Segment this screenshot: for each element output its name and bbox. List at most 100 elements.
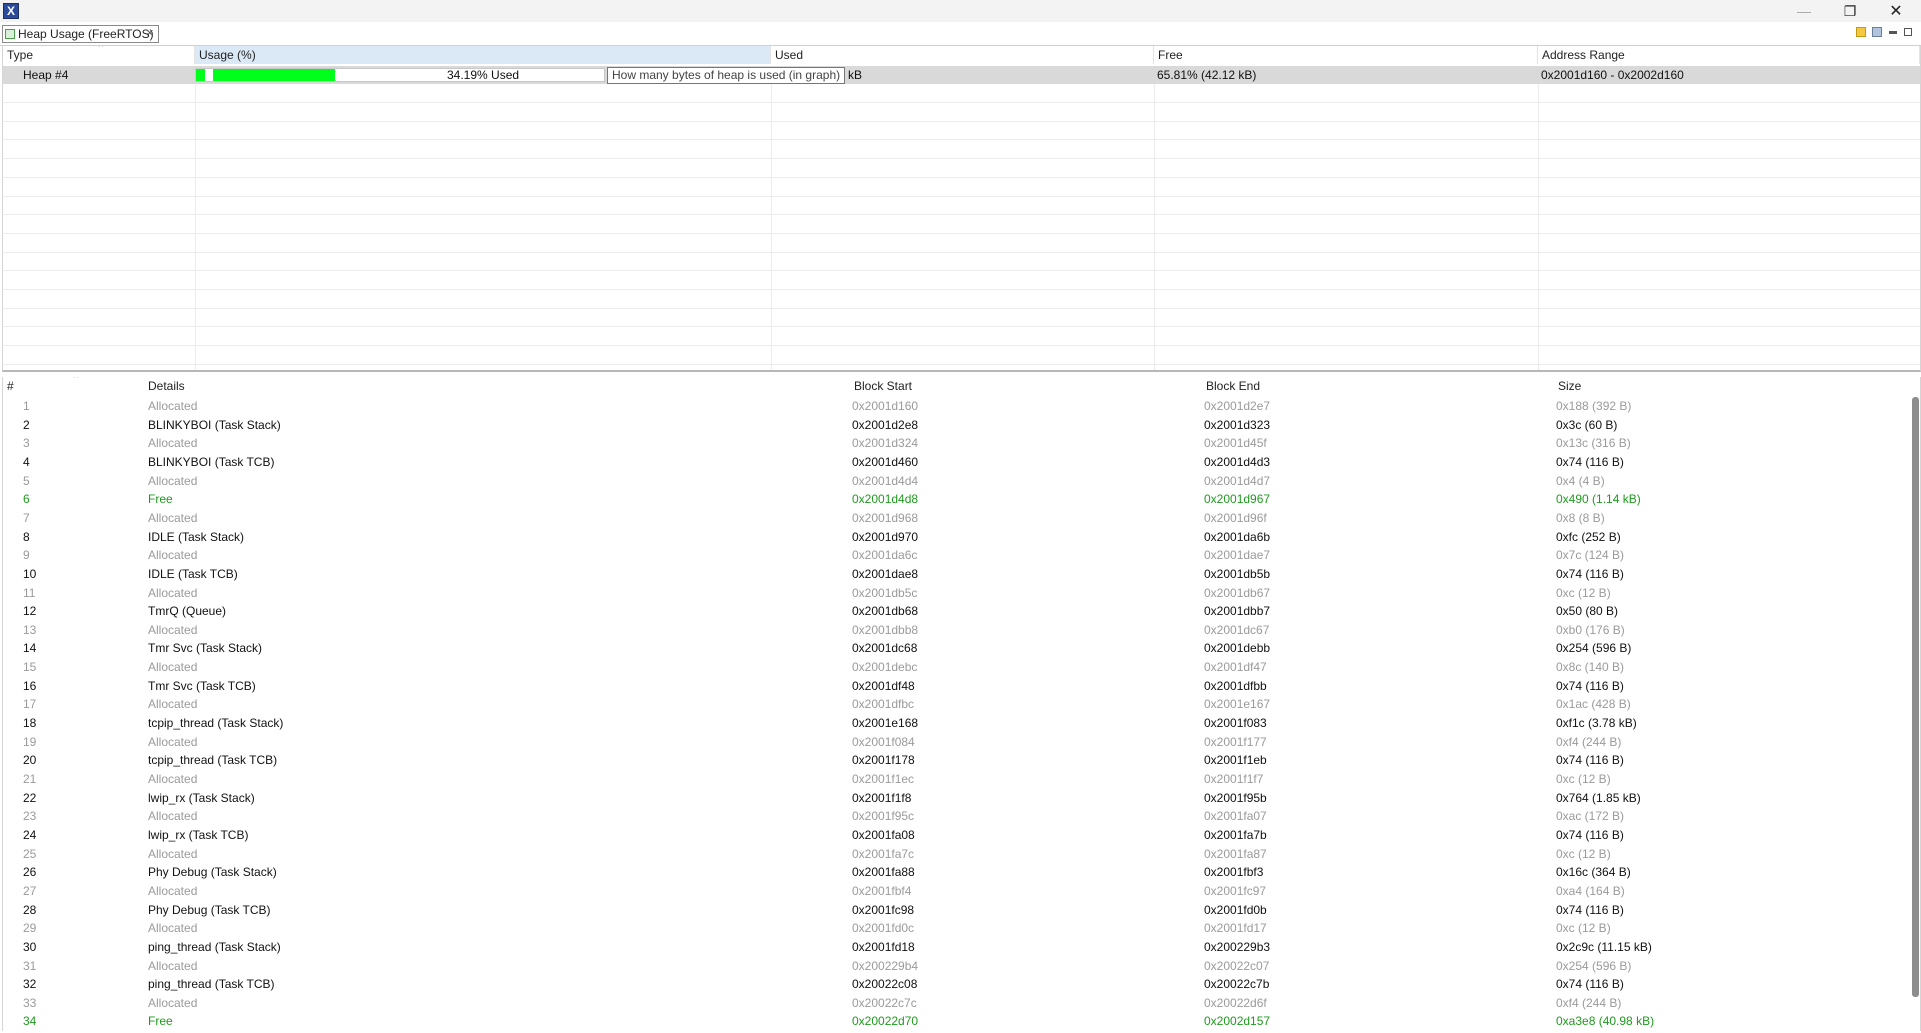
col-header-address-range[interactable]: Address Range xyxy=(1538,46,1920,64)
col-header-size[interactable]: Size xyxy=(1554,377,1904,395)
block-row[interactable]: 29 Allocated 0x2001fd0c 0x2001fd17 0xc (12 B… xyxy=(3,919,1903,938)
block-size: 0x74 (116 B) xyxy=(1556,678,1624,693)
grid-line xyxy=(3,345,1920,347)
block-row[interactable]: 3 Allocated 0x2001d324 0x2001d45f 0x13c (316… xyxy=(3,434,1903,453)
grid-line xyxy=(3,307,1920,309)
block-row[interactable]: 33 Allocated 0x20022c7c 0x20022d6f 0xf4 (244… xyxy=(3,994,1903,1013)
block-row[interactable]: 22 lwip_rx (Task Stack) 0x2001f1f8 0x2001f9… xyxy=(3,789,1903,808)
block-details: Phy Debug (Task TCB) xyxy=(148,902,271,917)
block-size: 0x2c9c (11.15 kB) xyxy=(1556,939,1652,954)
grid-line xyxy=(3,120,1920,122)
block-end: 0x2001fa07 xyxy=(1204,809,1267,824)
block-start: 0x200229b4 xyxy=(852,958,919,973)
block-size: 0xac (172 B) xyxy=(1556,809,1625,824)
col-header-index[interactable]: # xyxy=(3,377,144,395)
block-index: 14 xyxy=(23,641,37,656)
block-size: 0xa3e8 (40.98 kB) xyxy=(1556,1014,1655,1029)
block-index: 4 xyxy=(23,454,30,469)
block-details: tcpip_thread (Task TCB) xyxy=(148,753,278,768)
block-row[interactable]: 23 Allocated 0x2001f95c 0x2001fa07 0xac (172… xyxy=(3,807,1903,826)
tab-heap-usage[interactable]: Heap Usage (FreeRTOS) xyxy=(2,25,159,43)
block-index: 32 xyxy=(23,977,37,992)
block-row[interactable]: 24 lwip_rx (Task TCB) 0x2001fa08 0x2001fa7b… xyxy=(3,826,1903,845)
block-row[interactable]: 32 ping_thread (Task TCB) 0x20022c08 0x2002… xyxy=(3,975,1903,994)
close-window-button[interactable]: ✕ xyxy=(1873,0,1919,22)
toolbar-save-icon[interactable] xyxy=(1872,27,1882,37)
col-header-type[interactable]: Type xyxy=(3,46,195,64)
block-details: ping_thread (Task TCB) xyxy=(148,977,275,992)
block-end: 0x2001fa7b xyxy=(1204,827,1267,842)
block-row[interactable]: 16 Tmr Svc (Task TCB) 0x2001df48 0x2001dfbb… xyxy=(3,677,1903,696)
col-header-block-end[interactable]: Block End xyxy=(1202,377,1554,395)
view-minimize-icon[interactable] xyxy=(1889,31,1897,34)
block-row[interactable]: 19 Allocated 0x2001f084 0x2001f177 0xf4 (244… xyxy=(3,733,1903,752)
block-size: 0x74 (116 B) xyxy=(1556,753,1624,768)
block-row[interactable]: 30 ping_thread (Task Stack) 0x2001fd18 0x20… xyxy=(3,938,1903,957)
block-size: 0x16c (364 B) xyxy=(1556,865,1631,880)
block-size: 0x188 (392 B) xyxy=(1556,399,1632,413)
block-row[interactable]: 14 Tmr Svc (Task Stack) 0x2001dc68 0x2001de… xyxy=(3,639,1903,658)
block-row[interactable]: 28 Phy Debug (Task TCB) 0x2001fc98 0x2001fd… xyxy=(3,901,1903,920)
col-header-usage[interactable]: Usage (%) xyxy=(195,46,771,64)
block-index: 29 xyxy=(23,921,37,936)
block-details: Allocated xyxy=(148,660,198,675)
usage-bar-gap xyxy=(205,69,213,81)
block-row[interactable]: 25 Allocated 0x2001fa7c 0x2001fa87 0xc (12 B… xyxy=(3,845,1903,864)
block-index: 22 xyxy=(23,790,37,805)
col-header-used[interactable]: Used xyxy=(771,46,1154,64)
block-size: 0x490 (1.14 kB) xyxy=(1556,492,1641,507)
col-header-block-start[interactable]: Block Start xyxy=(850,377,1202,395)
toolbar-folder-icon[interactable] xyxy=(1856,27,1866,37)
heap-view-icon xyxy=(5,29,15,39)
block-start: 0x2001fd0c xyxy=(852,921,915,936)
block-row[interactable]: 5 Allocated 0x2001d4d4 0x2001d4d7 0x4 (4 B) xyxy=(3,472,1903,491)
block-row[interactable]: 18 tcpip_thread (Task Stack) 0x2001e168 0x2… xyxy=(3,714,1903,733)
heap-row[interactable]: Heap #4 34.19% Used kB 65.81% (42.12 kB)… xyxy=(3,66,1920,84)
block-row[interactable]: 17 Allocated 0x2001dfbc 0x2001e167 0x1ac (42… xyxy=(3,695,1903,714)
block-details: Allocated xyxy=(148,921,198,936)
block-start: 0x2001fa08 xyxy=(852,827,915,842)
minimize-button[interactable]: — xyxy=(1781,0,1827,22)
block-row[interactable]: 10 IDLE (Task TCB) 0x2001dae8 0x2001db5b 0x7… xyxy=(3,565,1903,584)
view-maximize-icon[interactable] xyxy=(1904,28,1912,36)
block-row[interactable]: 1 Allocated 0x2001d160 0x2001d2e7 0x188 (392… xyxy=(3,397,1903,416)
block-row[interactable]: 7 Allocated 0x2001d968 0x2001d96f 0x8 (8 B) xyxy=(3,509,1903,528)
block-details: Allocated xyxy=(148,846,198,861)
block-row[interactable]: 21 Allocated 0x2001f1ec 0x2001f1f7 0xc (12 B… xyxy=(3,770,1903,789)
block-row[interactable]: 26 Phy Debug (Task Stack) 0x2001fa88 0x2001… xyxy=(3,863,1903,882)
block-end: 0x2001e167 xyxy=(1204,697,1271,712)
block-row[interactable]: 15 Allocated 0x2001debc 0x2001df47 0x8c (140… xyxy=(3,658,1903,677)
block-details: Tmr Svc (Task Stack) xyxy=(148,641,263,656)
block-index: 21 xyxy=(23,772,37,786)
col-header-free[interactable]: Free xyxy=(1154,46,1538,64)
block-row[interactable]: 6 Free 0x2001d4d8 0x2001d967 0x490 (1.14 kB) xyxy=(3,490,1903,509)
block-row[interactable]: 13 Allocated 0x2001dbb8 0x2001dc67 0xb0 (176… xyxy=(3,621,1903,640)
block-size: 0xfc (252 B) xyxy=(1556,529,1621,544)
block-details: Allocated xyxy=(148,585,198,600)
block-end: 0x2001d4d7 xyxy=(1204,473,1271,488)
col-header-details[interactable]: Details xyxy=(144,377,850,395)
block-row[interactable]: 8 IDLE (Task Stack) 0x2001d970 0x2001da6b 0x… xyxy=(3,528,1903,547)
block-start: 0x2001d324 xyxy=(852,436,919,451)
block-row[interactable]: 4 BLINKYBOI (Task TCB) 0x2001d460 0x2001d4d… xyxy=(3,453,1903,472)
grid-line xyxy=(3,176,1920,178)
scrollbar-thumb[interactable] xyxy=(1912,397,1919,997)
block-row[interactable]: 9 Allocated 0x2001da6c 0x2001dae7 0x7c (124 … xyxy=(3,546,1903,565)
block-index: 16 xyxy=(23,678,37,693)
block-row[interactable]: 34 Free 0x20022d70 0x2002d157 0xa3e8 (40.98 … xyxy=(3,1012,1903,1031)
block-row[interactable]: 31 Allocated 0x200229b4 0x20022c07 0x254 (59… xyxy=(3,957,1903,976)
tab-close-icon[interactable]: × xyxy=(146,25,154,40)
block-row[interactable]: 2 BLINKYBOI (Task Stack) 0x2001d2e8 0x2001d… xyxy=(3,416,1903,435)
block-row[interactable]: 11 Allocated 0x2001db5c 0x2001db67 0xc (12 B… xyxy=(3,584,1903,603)
app-icon[interactable]: X xyxy=(3,3,19,19)
block-index: 25 xyxy=(23,846,37,861)
block-size: 0xc (12 B) xyxy=(1556,846,1611,861)
restore-button[interactable]: ❐ xyxy=(1827,0,1873,22)
block-start: 0x2001f1f8 xyxy=(852,790,912,805)
block-row[interactable]: 12 TmrQ (Queue) 0x2001db68 0x2001dbb7 0x50 (… xyxy=(3,602,1903,621)
block-row[interactable]: 27 Allocated 0x2001fbf4 0x2001fc97 0xa4 (164… xyxy=(3,882,1903,901)
block-start: 0x2001e168 xyxy=(852,716,919,731)
block-start: 0x2001d968 xyxy=(852,510,919,525)
block-end: 0x2002d157 xyxy=(1204,1014,1271,1029)
block-row[interactable]: 20 tcpip_thread (Task TCB) 0x2001f178 0x200… xyxy=(3,751,1903,770)
